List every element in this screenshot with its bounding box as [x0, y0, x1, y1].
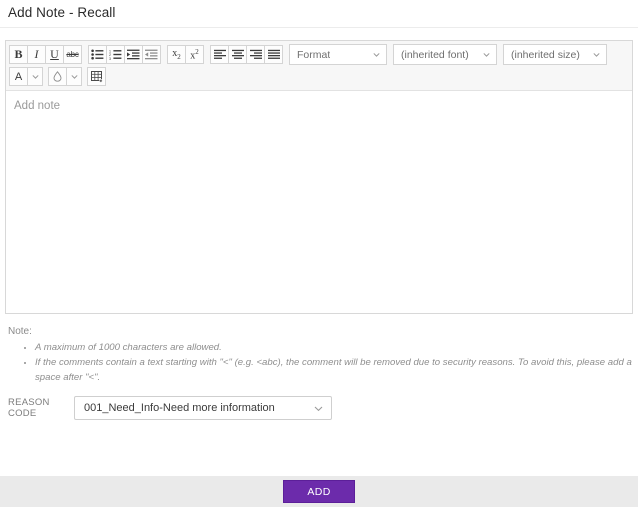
list-item: If the comments contain a text starting … [35, 355, 633, 385]
page-header: Add Note - Recall [0, 0, 638, 28]
svg-text:3: 3 [109, 57, 111, 60]
italic-button[interactable]: I [27, 45, 46, 64]
text-color-button[interactable]: A [9, 67, 28, 86]
superscript-button[interactable]: x2 [185, 45, 204, 64]
superscript-icon: x2 [190, 47, 199, 62]
align-center-button[interactable] [228, 45, 247, 64]
toolbar-group-table [87, 67, 106, 86]
toolbar-group-script: x2 x2 [167, 45, 204, 64]
chevron-down-icon [483, 53, 490, 57]
strikethrough-icon: abc [66, 50, 79, 59]
chevron-down-icon [31, 75, 39, 79]
strikethrough-button[interactable]: abc [63, 45, 82, 64]
bold-icon: B [14, 47, 23, 61]
align-left-button[interactable] [210, 45, 229, 64]
chevron-down-icon [314, 406, 323, 411]
list-item: A maximum of 1000 characters are allowed… [35, 340, 633, 355]
subscript-button[interactable]: x2 [167, 45, 186, 64]
font-select-value: (inherited font) [401, 48, 469, 61]
page-title: Add Note - Recall [8, 5, 116, 20]
increase-indent-icon [127, 49, 140, 60]
toolbar-row-primary: B I U abc 1 2 3 x2 x2 Format (inherited … [9, 44, 629, 65]
italic-icon: I [34, 47, 39, 61]
footer-bar: ADD [0, 476, 638, 507]
background-color-droplet-icon [53, 71, 62, 82]
note-textarea[interactable]: Add note [6, 91, 632, 313]
align-justify-icon [267, 49, 280, 60]
add-button[interactable]: ADD [283, 480, 355, 503]
decrease-indent-icon [145, 49, 158, 60]
note-section: Note: A maximum of 1000 characters are a… [5, 326, 633, 385]
align-right-button[interactable] [246, 45, 265, 64]
editor-toolbar: B I U abc 1 2 3 x2 x2 Format (inherited … [6, 41, 632, 91]
align-left-icon [213, 49, 226, 60]
format-select-value: Format [297, 48, 331, 61]
toolbar-group-alignment [210, 45, 283, 64]
size-select-value: (inherited size) [511, 48, 580, 61]
insert-table-button[interactable] [87, 67, 106, 86]
underline-icon: U [50, 47, 59, 61]
text-color-icon: A [14, 70, 23, 83]
toolbar-group-colors: A [9, 67, 43, 86]
toolbar-group-text-style: B I U abc [9, 45, 82, 64]
bulleted-list-button[interactable] [88, 45, 107, 64]
background-color-button[interactable] [48, 67, 67, 86]
align-justify-button[interactable] [264, 45, 283, 64]
underline-button[interactable]: U [45, 45, 64, 64]
note-list: A maximum of 1000 characters are allowed… [8, 340, 633, 385]
align-right-icon [249, 49, 262, 60]
numbered-list-icon: 1 2 3 [109, 49, 122, 60]
chevron-down-icon [593, 53, 600, 57]
align-center-icon [231, 49, 244, 60]
subscript-icon: x2 [172, 48, 181, 61]
reason-code-value: 001_Need_Info-Need more information [84, 402, 275, 414]
note-placeholder: Add note [14, 100, 61, 112]
note-label: Note: [8, 326, 32, 337]
font-select[interactable]: (inherited font) [393, 44, 497, 65]
bulleted-list-icon [91, 49, 104, 60]
reason-code-select[interactable]: 001_Need_Info-Need more information [74, 396, 332, 420]
bold-button[interactable]: B [9, 45, 28, 64]
decrease-indent-button[interactable] [142, 45, 161, 64]
size-select[interactable]: (inherited size) [503, 44, 607, 65]
reason-code-label: REASON CODE [8, 397, 50, 419]
increase-indent-button[interactable] [124, 45, 143, 64]
format-select[interactable]: Format [289, 44, 387, 65]
reason-code-row: REASON CODE 001_Need_Info-Need more info… [5, 396, 633, 420]
table-icon [90, 70, 103, 83]
toolbar-row-secondary: A [9, 67, 629, 86]
chevron-down-icon [70, 75, 78, 79]
rich-text-editor: B I U abc 1 2 3 x2 x2 Format (inherited … [5, 40, 633, 314]
text-color-dropdown[interactable] [27, 67, 43, 86]
toolbar-group-lists: 1 2 3 [88, 45, 161, 64]
chevron-down-icon [373, 53, 380, 57]
toolbar-group-background [48, 67, 82, 86]
background-color-dropdown[interactable] [66, 67, 82, 86]
page-content: B I U abc 1 2 3 x2 x2 Format (inherited … [0, 40, 638, 420]
numbered-list-button[interactable]: 1 2 3 [106, 45, 125, 64]
